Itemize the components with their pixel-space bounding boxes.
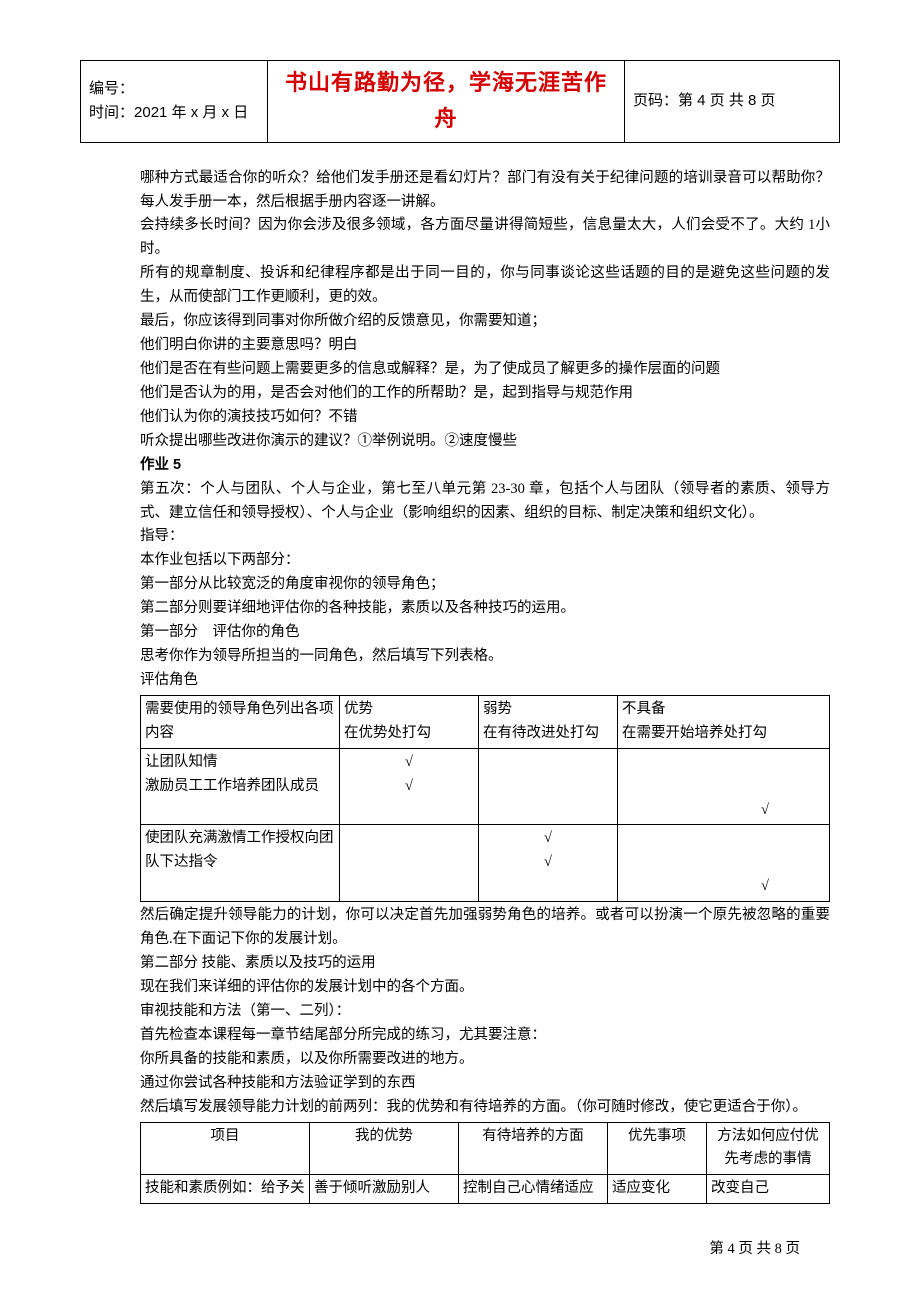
- table-cell: √: [618, 825, 830, 902]
- cell-text: 让团队知情: [145, 751, 335, 775]
- checkmark-icon: √: [622, 875, 769, 899]
- paragraph: 他们认为你的演技技巧如何？不错: [140, 406, 830, 430]
- paragraph: 现在我们来详细的评估你的发展计划中的各个方面。: [140, 976, 830, 1000]
- table-cell: 改变自己: [707, 1175, 830, 1204]
- cell-text: 在优势处打勾: [344, 722, 474, 746]
- paragraph: 思考你作为领导所担当的一同角色，然后填写下列表格。: [140, 645, 830, 669]
- paragraph: 所有的规章制度、投诉和纪律程序都是出于同一目的，你与同事谈论这些话题的目的是避免…: [140, 262, 830, 310]
- table-cell: √ √: [479, 825, 618, 902]
- paragraph: 指导：: [140, 525, 830, 549]
- paragraph: 他们是否认为的用，是否会对他们的工作的所帮助？是，起到指导与规范作用: [140, 382, 830, 406]
- table-row: 需要使用的领导角色列出各项内容 优势在优势处打勾 弱势在有待改进处打勾 不具备在…: [141, 695, 830, 748]
- shijian-value: 2021 年 x 月 x 日: [134, 104, 248, 121]
- table-cell: 控制自己心情绪适应: [459, 1175, 608, 1204]
- paragraph: 第一部分 评估你的角色: [140, 621, 830, 645]
- table-cell: √ √: [340, 748, 479, 825]
- checkmark-icon: √: [344, 751, 474, 775]
- table-header-cell: 项目: [141, 1122, 310, 1175]
- table-cell: 让团队知情 激励员工工作培养团队成员: [141, 748, 340, 825]
- table-header-cell: 优势在优势处打勾: [340, 695, 479, 748]
- paragraph: 然后填写发展领导能力计划的前两列：我的优势和有待培养的方面。（你可随时修改，使它…: [140, 1096, 830, 1120]
- content-area: 哪种方式最适合你的听众？给他们发手册还是看幻灯片？部门有没有关于纪律问题的培训录…: [80, 167, 840, 1205]
- header-center-cell: 书山有路勤为径，学海无涯苦作舟: [268, 61, 625, 143]
- paragraph: 他们明白你讲的主要意思吗？明白: [140, 334, 830, 358]
- table-header-cell: 方法如何应付优先考虑的事情: [707, 1122, 830, 1175]
- cell-text: 激励员工工作培养团队成员: [145, 775, 335, 799]
- bianhao-label: 编号：: [89, 80, 134, 97]
- header-table: 编号： 时间：2021 年 x 月 x 日 书山有路勤为径，学海无涯苦作舟 页码…: [80, 60, 840, 143]
- paragraph: 最后，你应该得到同事对你所做介绍的反馈意见，你需要知道；: [140, 310, 830, 334]
- shijian-label: 时间：: [89, 104, 134, 121]
- table-cell: √: [618, 748, 830, 825]
- cell-text: 在有待改进处打勾: [483, 722, 613, 746]
- paragraph: 哪种方式最适合你的听众？给他们发手册还是看幻灯片？部门有没有关于纪律问题的培训录…: [140, 167, 830, 215]
- paragraph: 首先检查本课程每一章节结尾部分所完成的练习，尤其要注意：: [140, 1024, 830, 1048]
- table-header-cell: 弱势在有待改进处打勾: [479, 695, 618, 748]
- table-cell: 善于倾听激励别人: [310, 1175, 459, 1204]
- page-footer: 第 4 页 共 8 页: [709, 1238, 800, 1262]
- table-row: 技能和素质例如：给予关 善于倾听激励别人 控制自己心情绪适应 适应变化 改变自己: [141, 1175, 830, 1204]
- checkmark-icon: √: [344, 775, 474, 799]
- table-cell: [340, 825, 479, 902]
- header-left-cell: 编号： 时间：2021 年 x 月 x 日: [81, 61, 268, 143]
- document-page: 编号： 时间：2021 年 x 月 x 日 书山有路勤为径，学海无涯苦作舟 页码…: [0, 0, 920, 1302]
- role-evaluation-table: 需要使用的领导角色列出各项内容 优势在优势处打勾 弱势在有待改进处打勾 不具备在…: [140, 695, 830, 902]
- table-header-cell: 我的优势: [310, 1122, 459, 1175]
- checkmark-icon: √: [622, 799, 769, 823]
- paragraph: 评估角色: [140, 669, 830, 693]
- paragraph: 然后确定提升领导能力的计划，你可以决定首先加强弱势角色的培养。或者可以扮演一个原…: [140, 904, 830, 952]
- paragraph: 本作业包括以下两部分：: [140, 549, 830, 573]
- header-right-cell: 页码：第 4 页 共 8 页: [625, 61, 840, 143]
- paragraph: 会持续多长时间？因为你会涉及很多领域，各方面尽量讲得简短些，信息量太大，人们会受…: [140, 214, 830, 262]
- cell-text: 不具备: [622, 698, 825, 722]
- paragraph: 第二部分则要详细地评估你的各种技能，素质以及各种技巧的运用。: [140, 597, 830, 621]
- checkmark-icon: √: [483, 851, 613, 875]
- table-cell: 技能和素质例如：给予关: [141, 1175, 310, 1204]
- paragraph: 听众提出哪些改进你演示的建议？①举例说明。②速度慢些: [140, 430, 830, 454]
- paragraph: 通过你尝试各种技能和方法验证学到的东西: [140, 1072, 830, 1096]
- paragraph: 审视技能和方法（第一、二列）：: [140, 1000, 830, 1024]
- table-cell: [479, 748, 618, 825]
- header-motto: 书山有路勤为径，学海无涯苦作舟: [285, 70, 607, 131]
- cell-text: 使团队充满激情工作授权向团队下达指令: [145, 830, 334, 870]
- table-header-cell: 需要使用的领导角色列出各项内容: [141, 695, 340, 748]
- paragraph: 第二部分 技能、素质以及技巧的运用: [140, 952, 830, 976]
- table-header-cell: 有待培养的方面: [459, 1122, 608, 1175]
- cell-text: 优势: [344, 698, 474, 722]
- table-row: 让团队知情 激励员工工作培养团队成员 √ √ √: [141, 748, 830, 825]
- cell-text: 弱势: [483, 698, 613, 722]
- heading-zy5: 作业 5: [140, 454, 830, 478]
- table-cell: 适应变化: [608, 1175, 707, 1204]
- cell-text: 需要使用的领导角色列出各项内容: [145, 701, 334, 741]
- yema-value: 第 4 页 共 8 页: [678, 92, 776, 109]
- table-header-cell: 不具备在需要开始培养处打勾: [618, 695, 830, 748]
- table-header-cell: 优先事项: [608, 1122, 707, 1175]
- paragraph: 他们是否在有些问题上需要更多的信息或解释？是，为了使成员了解更多的操作层面的问题: [140, 358, 830, 382]
- paragraph: 第五次：个人与团队、个人与企业，第七至八单元第 23-30 章，包括个人与团队（…: [140, 478, 830, 526]
- yema-label: 页码：: [633, 92, 678, 109]
- table-row: 项目 我的优势 有待培养的方面 优先事项 方法如何应付优先考虑的事情: [141, 1122, 830, 1175]
- table-cell: 使团队充满激情工作授权向团队下达指令: [141, 825, 340, 902]
- table-row: 使团队充满激情工作授权向团队下达指令 √ √ √: [141, 825, 830, 902]
- cell-text: 在需要开始培养处打勾: [622, 722, 825, 746]
- paragraph: 你所具备的技能和素质，以及你所需要改进的地方。: [140, 1048, 830, 1072]
- checkmark-icon: √: [483, 827, 613, 851]
- paragraph: 第一部分从比较宽泛的角度审视你的领导角色；: [140, 573, 830, 597]
- development-plan-table: 项目 我的优势 有待培养的方面 优先事项 方法如何应付优先考虑的事情 技能和素质…: [140, 1122, 830, 1205]
